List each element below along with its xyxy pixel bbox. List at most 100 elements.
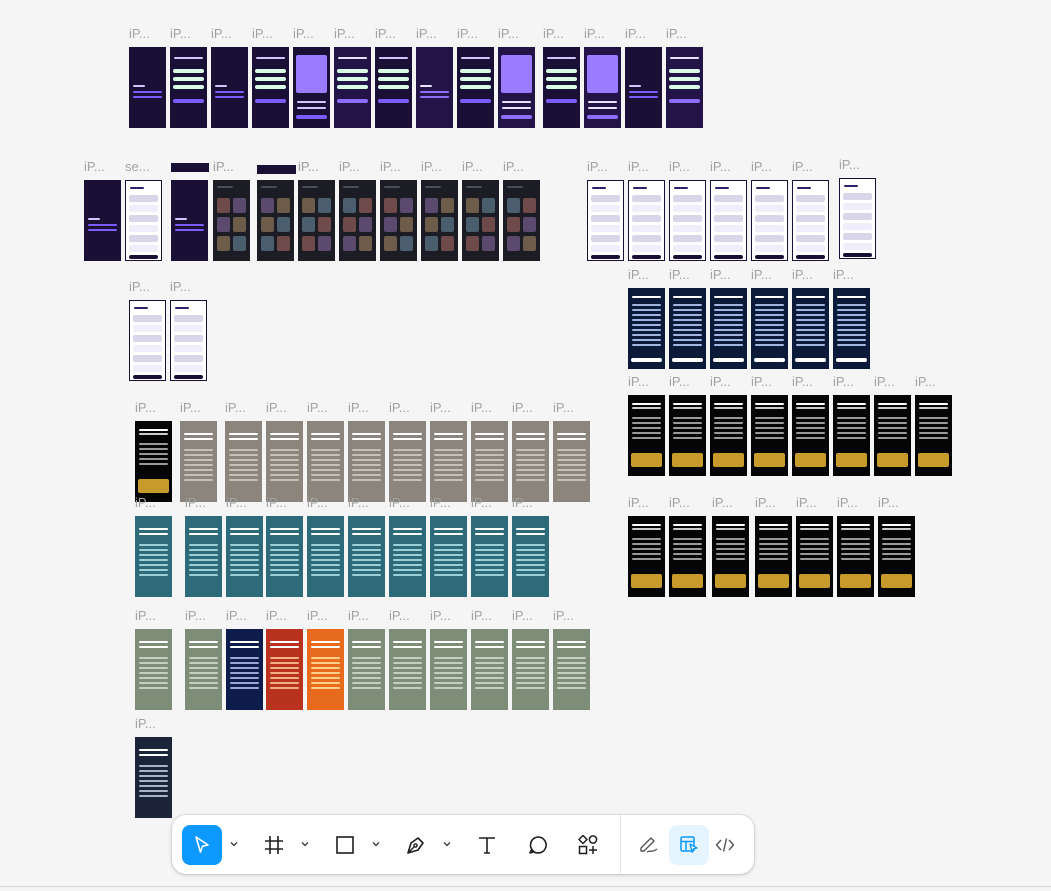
phone-frame[interactable] [348,516,385,597]
phone-frame[interactable] [792,395,829,476]
phone-frame[interactable] [874,395,911,476]
frame-name-label[interactable]: iP... [669,375,690,389]
phone-frame[interactable] [553,421,590,502]
phone-frame[interactable] [587,180,624,261]
phone-frame[interactable] [839,178,876,259]
phone-frame[interactable] [512,421,549,502]
frame-tool-button[interactable] [254,825,294,865]
frame-name-label[interactable]: iP... [129,27,150,41]
design-mode-button[interactable] [669,825,709,865]
frame-name-label[interactable]: iP... [628,496,649,510]
phone-frame[interactable] [751,180,788,261]
frame-name-label[interactable]: iP... [625,27,646,41]
frame-name-label[interactable]: iP... [348,609,369,623]
frame-name-label[interactable]: iP... [266,401,287,415]
frame-name-label[interactable]: iP... [471,609,492,623]
phone-frame[interactable] [307,629,344,710]
comment-tool-button[interactable] [518,825,558,865]
phone-frame[interactable] [421,180,458,261]
phone-frame[interactable] [498,47,535,128]
frame-name-label[interactable]: iP... [252,27,273,41]
frame-name-label[interactable]: iP... [135,717,156,731]
frame-name-label[interactable]: iP... [792,160,813,174]
phone-frame[interactable] [252,47,289,128]
phone-frame[interactable] [213,180,250,261]
phone-frame[interactable] [751,288,788,369]
phone-frame[interactable] [334,47,371,128]
frame-name-label[interactable]: iP... [225,401,246,415]
frame-name-label[interactable]: iP... [792,268,813,282]
phone-frame[interactable] [796,516,833,597]
phone-frame[interactable] [710,395,747,476]
chevron-down-icon[interactable] [229,839,239,849]
frame-name-label[interactable]: iP... [755,496,776,510]
frame-name-label[interactable]: iP... [170,27,191,41]
phone-frame[interactable] [129,47,166,128]
phone-frame[interactable] [348,629,385,710]
phone-frame[interactable] [375,47,412,128]
text-tool-button[interactable] [467,825,507,865]
frame-name-label[interactable]: iP... [421,160,442,174]
frame-name-label[interactable]: iP... [226,496,247,510]
frame-name-label[interactable]: iP... [129,280,150,294]
chevron-down-icon[interactable] [371,839,381,849]
phone-frame[interactable] [416,47,453,128]
phone-frame[interactable] [915,395,952,476]
phone-frame[interactable] [878,516,915,597]
shape-tool-button[interactable] [325,825,365,865]
phone-frame[interactable] [837,516,874,597]
frame-name-label[interactable]: iP... [543,27,564,41]
actions-tool-button[interactable] [568,825,608,865]
frame-name-label[interactable]: iP... [416,27,437,41]
frame-name-label[interactable]: iP... [211,27,232,41]
phone-frame[interactable] [430,516,467,597]
phone-frame[interactable] [389,421,426,502]
phone-frame[interactable] [293,47,330,128]
frame-name-label[interactable]: iP... [170,280,191,294]
phone-frame[interactable] [833,395,870,476]
frame-name-label[interactable]: iP... [339,160,360,174]
pen-tool-button[interactable] [396,825,436,865]
frame-name-label[interactable]: iP... [135,609,156,623]
phone-frame[interactable] [669,288,706,369]
frame-name-label[interactable]: iP... [457,27,478,41]
design-canvas[interactable]: iP... iP... iP... iP... iP... iP... iP... iP...… [0,0,1051,891]
phone-frame[interactable] [125,180,162,261]
frame-name-label[interactable]: iP... [833,375,854,389]
phone-frame[interactable] [389,629,426,710]
phone-frame[interactable] [543,47,580,128]
phone-frame[interactable] [512,516,549,597]
phone-frame[interactable] [307,516,344,597]
frame-name-label[interactable]: iP... [512,496,533,510]
frame-name-label[interactable]: iP... [213,160,234,174]
phone-frame[interactable] [628,180,665,261]
phone-frame[interactable] [84,180,121,261]
draw-mode-button[interactable] [629,825,669,865]
frame-name-label[interactable]: iP... [628,268,649,282]
phone-frame[interactable] [471,421,508,502]
phone-frame[interactable] [628,288,665,369]
frame-name-label[interactable]: iP... [266,496,287,510]
phone-frame[interactable] [135,629,172,710]
frame-name-label[interactable]: iP... [462,160,483,174]
phone-frame[interactable] [471,629,508,710]
frame-name-label[interactable]: iP... [389,401,410,415]
move-tool-button[interactable] [182,825,222,865]
phone-frame[interactable] [389,516,426,597]
phone-frame[interactable] [430,629,467,710]
phone-frame[interactable] [666,47,703,128]
frame-name-label[interactable]: iP... [839,158,860,172]
phone-frame[interactable] [669,395,706,476]
frame-name-label[interactable]: iP... [380,160,401,174]
phone-frame[interactable] [512,629,549,710]
frame-name-label[interactable]: iP... [710,375,731,389]
frame-name-label[interactable]: iP... [669,268,690,282]
frame-name-label[interactable]: iP... [503,160,524,174]
frame-name-label[interactable]: iP... [878,496,899,510]
frame-name-label[interactable]: iP... [293,27,314,41]
phone-frame[interactable] [628,395,665,476]
frame-name-label[interactable]: iP... [587,160,608,174]
frame-name-label[interactable]: iP... [833,268,854,282]
chevron-down-icon[interactable] [442,839,452,849]
frame-name-label[interactable]: iP... [553,401,574,415]
